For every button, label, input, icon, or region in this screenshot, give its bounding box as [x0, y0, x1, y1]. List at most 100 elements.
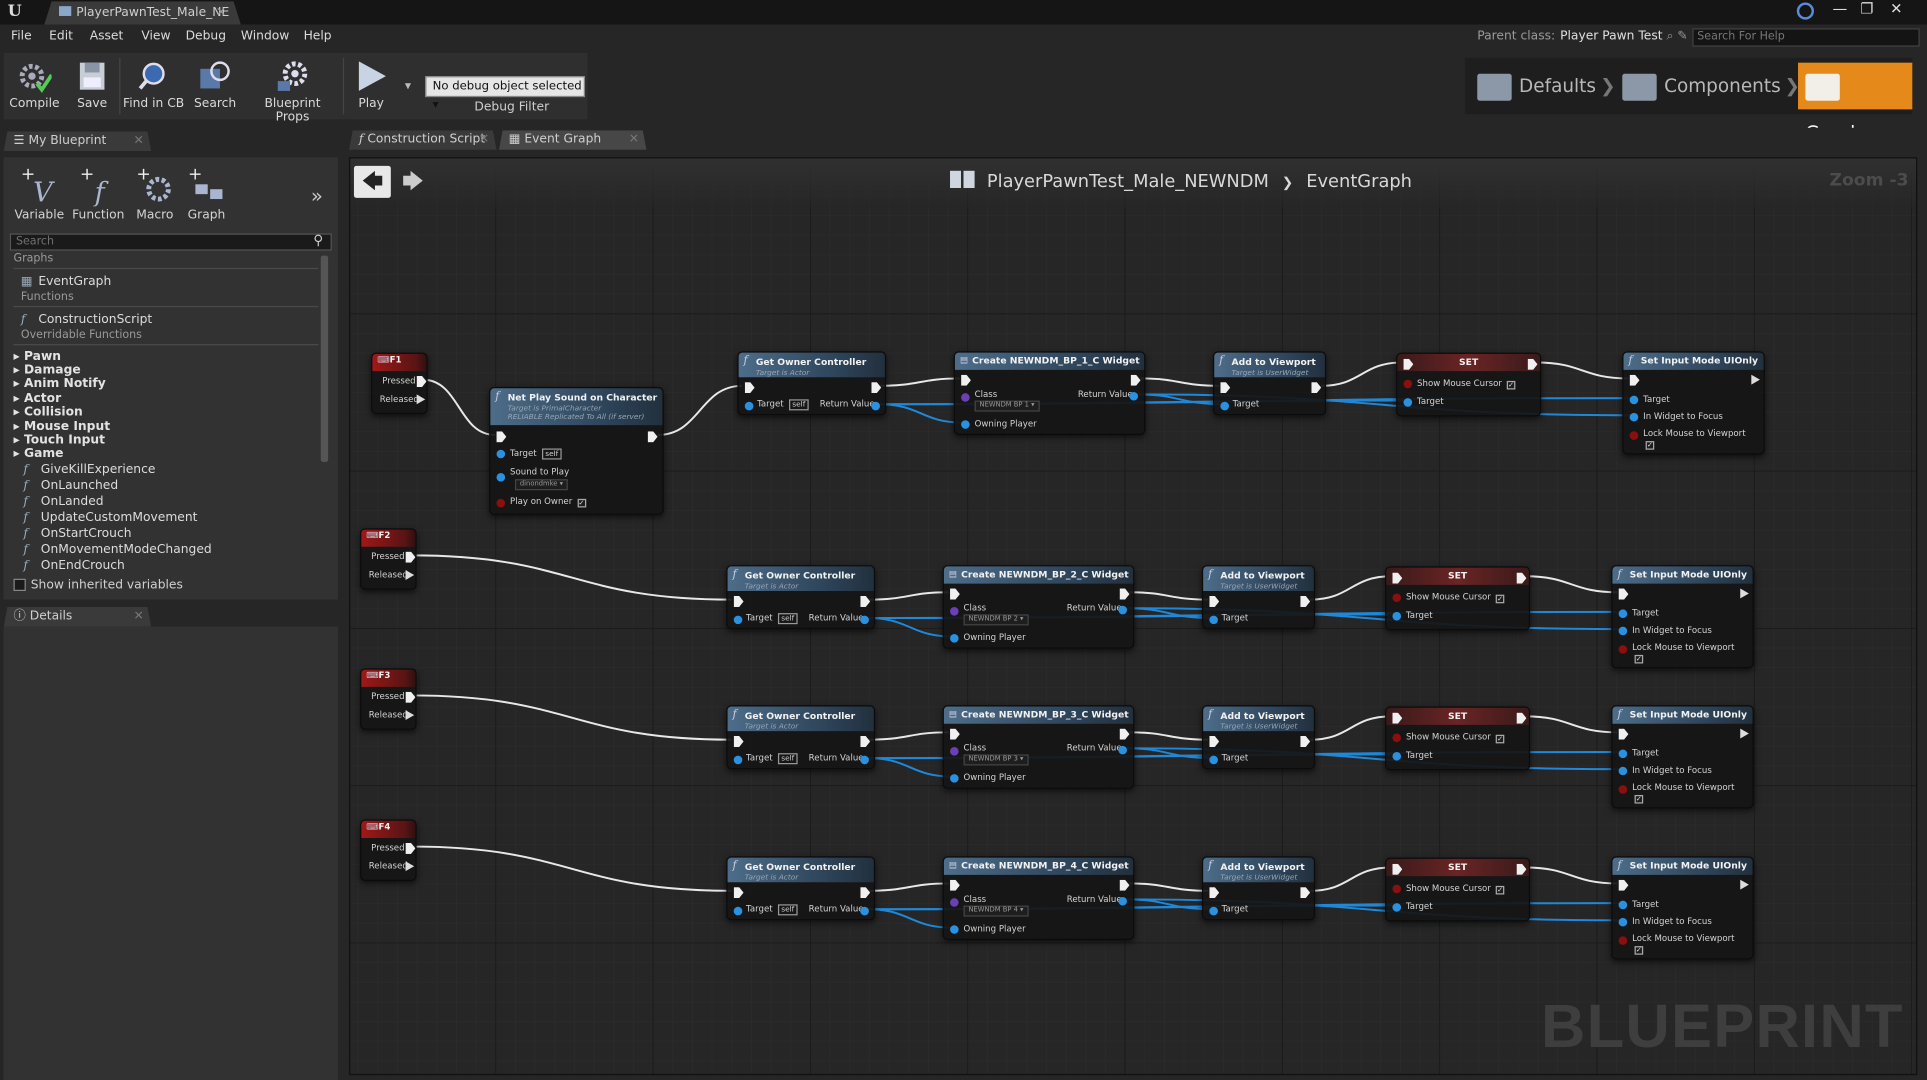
exec-in-pin[interactable]	[733, 595, 744, 607]
sound-dropdown[interactable]: dinondmke ▾	[514, 479, 568, 491]
return-value-pin[interactable]	[1118, 745, 1127, 755]
return-value-pin[interactable]	[1118, 896, 1127, 906]
compile-button[interactable]: Compile	[6, 53, 63, 119]
get-owner-controller-node[interactable]: f Get Owner Controller Target is Actor Tar…	[726, 856, 876, 921]
minimize-button[interactable]: —	[1826, 0, 1853, 20]
return-value-pin[interactable]	[1118, 605, 1127, 615]
get-owner-controller-node[interactable]: f Get Owner Controller Target is Actor Tar…	[737, 351, 887, 416]
target-pin[interactable]	[1392, 751, 1402, 761]
show-mouse-cursor-pin[interactable]	[1392, 733, 1402, 743]
input-key-event-node[interactable]: ⌨ F4 Pressed Released	[360, 819, 417, 881]
close-tab-icon[interactable]: ✕	[133, 607, 143, 627]
search-button[interactable]: Search	[188, 53, 242, 119]
breadcrumb-graph[interactable]: EventGraph	[1306, 172, 1412, 192]
tree-scrollbar[interactable]	[320, 255, 329, 462]
lock-mouse-checkbox[interactable]: ✓	[1645, 441, 1655, 450]
target-pin[interactable]	[744, 401, 754, 411]
widget-to-focus-pin[interactable]	[1618, 766, 1628, 776]
set-input-mode-node[interactable]: f Set Input Mode UIOnly Target In Widget …	[1622, 351, 1765, 455]
save-button[interactable]: Save	[68, 53, 117, 119]
function-on-landed[interactable]: f OnLanded	[23, 495, 103, 509]
function-update-custom-movement[interactable]: f UpdateCustomMovement	[23, 511, 197, 525]
category-mouse-input[interactable]: ▸ Mouse Input	[14, 420, 111, 434]
sound-value[interactable]: dinondmke ▾	[508, 478, 568, 491]
input-key-event-node[interactable]: ⌨ F3 Pressed Released	[360, 668, 417, 730]
exec-in-pin[interactable]	[1220, 382, 1231, 394]
event-graph-item[interactable]: ▦ EventGraph	[21, 275, 111, 289]
owning-player-pin[interactable]	[950, 925, 959, 934]
exec-in-pin[interactable]	[733, 887, 744, 899]
exec-out-pin[interactable]	[1119, 728, 1130, 740]
category-damage[interactable]: ▸ Damage	[14, 364, 81, 378]
close-tab-icon[interactable]: ✕	[479, 130, 489, 150]
blueprint-props-button[interactable]: Blueprint Props	[247, 53, 338, 124]
exec-out-pin[interactable]	[1740, 879, 1749, 890]
class-value[interactable]: NEWNDM BP 4 ▾	[956, 904, 1029, 917]
exec-in-pin[interactable]	[961, 374, 971, 386]
target-pin[interactable]	[733, 615, 743, 625]
play-on-owner-pin[interactable]	[496, 498, 506, 508]
target-pin[interactable]	[1618, 609, 1628, 619]
net-play-sound-node[interactable]: f Net Play Sound on Character Target is Pr…	[489, 387, 664, 515]
exec-out-pin[interactable]	[1300, 887, 1311, 899]
overridable-functions-category[interactable]: Overridable Functions	[21, 329, 142, 341]
function-give-kill-experience[interactable]: f GiveKillExperience	[23, 463, 155, 477]
restore-button[interactable]: ❐	[1853, 0, 1880, 20]
target-pin[interactable]	[1209, 615, 1218, 625]
function-on-start-crouch[interactable]: f OnStartCrouch	[23, 527, 131, 541]
target-pin[interactable]	[496, 449, 506, 459]
function-on-end-crouch[interactable]: f OnEndCrouch	[23, 559, 124, 573]
target-pin[interactable]	[1392, 903, 1402, 912]
exec-out-pin[interactable]	[1751, 374, 1760, 385]
target-pin[interactable]	[1618, 749, 1628, 759]
construction-script-item[interactable]: f ConstructionScript	[21, 313, 152, 327]
add-function-button[interactable]: + f Function	[70, 165, 127, 223]
exec-out-pin[interactable]	[1300, 735, 1311, 748]
add-to-viewport-node[interactable]: f Add to Viewport Target is UserWidget Tar…	[1213, 351, 1327, 416]
close-tab-icon[interactable]: ✕	[216, 1, 226, 24]
class-dropdown[interactable]: NEWNDM BP 4 ▾	[963, 905, 1029, 917]
released-exec-pin[interactable]	[405, 861, 415, 872]
exec-in-pin[interactable]	[744, 382, 755, 394]
set-input-mode-node[interactable]: f Set Input Mode UIOnly Target In Widget …	[1611, 705, 1754, 809]
target-pin[interactable]	[1209, 755, 1218, 765]
exec-out-pin[interactable]	[1300, 595, 1311, 607]
released-exec-pin[interactable]	[405, 710, 415, 721]
owning-player-pin[interactable]	[950, 634, 959, 643]
set-input-mode-node[interactable]: f Set Input Mode UIOnly Target In Widget …	[1611, 565, 1754, 669]
class-value[interactable]: NEWNDM BP 2 ▾	[956, 613, 1029, 626]
target-pin[interactable]	[1403, 398, 1413, 407]
exec-in-pin[interactable]	[1209, 735, 1220, 748]
category-anim-notify[interactable]: ▸ Anim Notify	[14, 377, 106, 391]
create-widget-node[interactable]: ▤ Create NEWNDM_BP_3_C Widget Class NEWND…	[942, 705, 1135, 789]
document-tab[interactable]: PlayerPawnTest_Male_NE ✕	[44, 1, 241, 25]
widget-to-focus-pin[interactable]	[1618, 917, 1628, 927]
parent-class-value[interactable]: Player Pawn Test	[1560, 29, 1663, 43]
my-blueprint-tab[interactable]: ☰ My Blueprint ✕	[4, 131, 151, 151]
edit-icon[interactable]: ✎	[1677, 29, 1687, 43]
create-widget-node[interactable]: ▤ Create NEWNDM_BP_1_C Widget Class NEWND…	[953, 351, 1146, 435]
pressed-exec-pin[interactable]	[405, 551, 416, 563]
return-value-pin[interactable]	[860, 615, 869, 625]
forward-arrow-icon[interactable]: 🡆	[395, 166, 432, 198]
return-value-pin[interactable]	[871, 401, 880, 411]
lock-mouse-checkbox[interactable]: ✓	[1634, 946, 1644, 955]
sound-pin[interactable]	[496, 473, 506, 482]
category-actor[interactable]: ▸ Actor	[14, 392, 62, 406]
back-arrow-icon[interactable]: 🡄	[353, 165, 391, 198]
debug-object-select[interactable]: No debug object selected ▾	[425, 76, 586, 112]
exec-out-pin[interactable]	[1740, 588, 1749, 599]
exec-out-pin[interactable]	[860, 595, 871, 607]
target-pin[interactable]	[1618, 900, 1628, 910]
pressed-exec-pin[interactable]	[405, 691, 416, 703]
create-widget-node[interactable]: ▤ Create NEWNDM_BP_2_C Widget Class NEWND…	[942, 565, 1135, 649]
source-control-icon[interactable]	[1796, 2, 1815, 20]
lock-mouse-checkbox[interactable]: ✓	[1634, 794, 1644, 804]
pressed-exec-pin[interactable]	[416, 375, 427, 388]
set-show-mouse-cursor-node[interactable]: SET Show Mouse Cursor ✓ Target	[1385, 706, 1531, 771]
exec-out-pin[interactable]	[647, 431, 658, 443]
add-to-viewport-node[interactable]: f Add to Viewport Target is UserWidget Tar…	[1201, 705, 1316, 770]
released-exec-pin[interactable]	[416, 394, 426, 405]
input-key-event-node[interactable]: ⌨ F1 Pressed Released	[371, 352, 428, 415]
return-value-pin[interactable]	[860, 906, 869, 916]
